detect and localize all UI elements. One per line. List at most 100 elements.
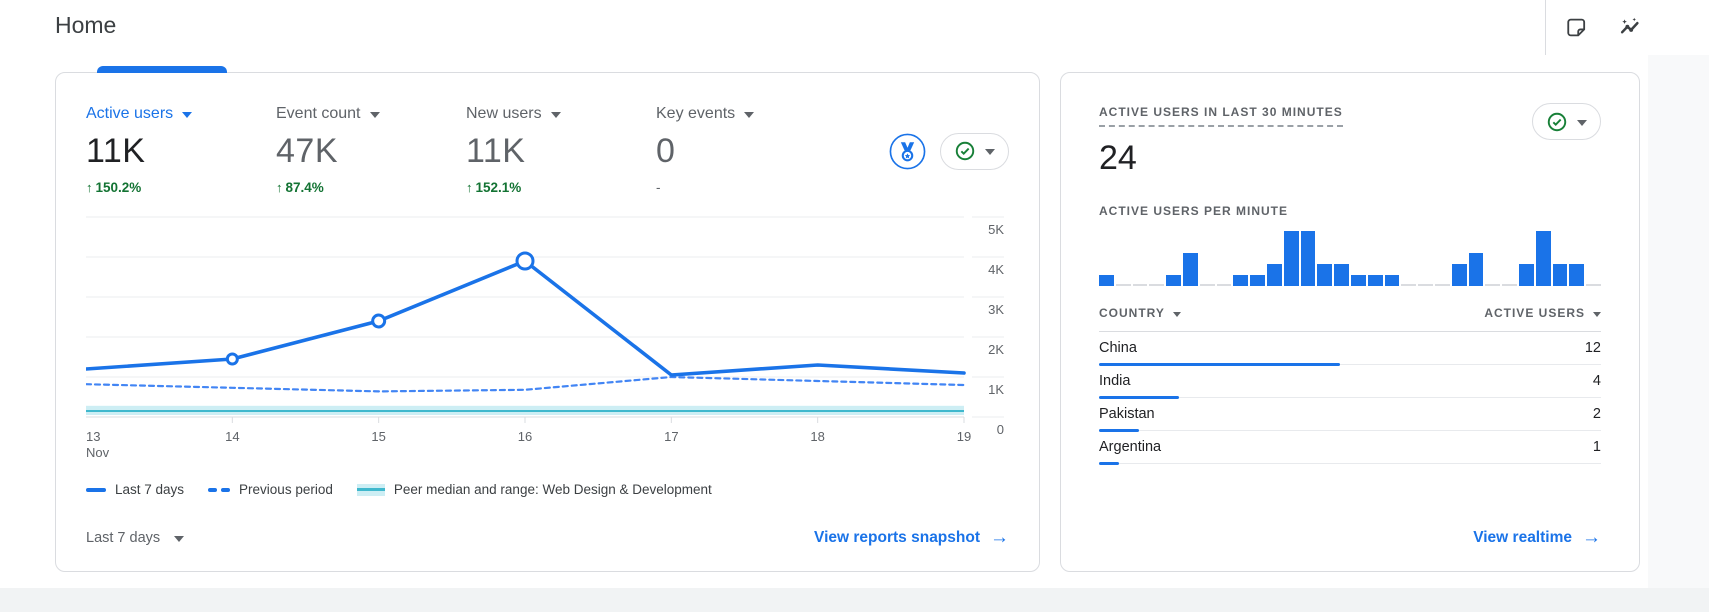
minute-bar xyxy=(1284,231,1299,286)
metric-delta: ↑150.2% xyxy=(86,180,276,195)
legend-dash-swatch xyxy=(208,488,230,492)
country-table-body: China12India4Pakistan2Argentina1 xyxy=(1099,332,1601,464)
active-users-line-chart[interactable]: 5K4K3K2K1K013Nov141516171819 xyxy=(86,209,1006,461)
minute-bar-empty xyxy=(1133,284,1148,286)
legend-band-swatch xyxy=(357,484,385,496)
minute-slot xyxy=(1217,284,1232,286)
minute-bar-empty xyxy=(1418,284,1433,286)
active-users-per-minute-chart[interactable] xyxy=(1099,228,1601,286)
minute-slot xyxy=(1553,264,1568,286)
table-row-pakistan: Pakistan2 xyxy=(1099,398,1601,431)
minute-bar xyxy=(1385,275,1400,286)
realtime-card: ACTIVE USERS IN LAST 30 MINUTES 24 ACTIV… xyxy=(1060,72,1640,572)
caret-down-icon xyxy=(1173,312,1181,317)
minute-slot xyxy=(1233,275,1248,286)
metric-selector-key-events[interactable]: Key events xyxy=(656,105,754,123)
caret-down-icon xyxy=(370,112,380,118)
active-users-column-header[interactable]: ACTIVE USERS xyxy=(1484,306,1601,320)
minute-slot xyxy=(1250,275,1265,286)
active-users-value: 2 xyxy=(1593,406,1601,422)
minute-bar xyxy=(1519,264,1534,286)
metric-selector-event-count[interactable]: Event count xyxy=(276,105,380,123)
metric-delta: ↑152.1% xyxy=(466,180,656,195)
minute-slot xyxy=(1183,253,1198,286)
metric-delta-value: 152.1% xyxy=(476,180,522,195)
date-range-selector[interactable]: Last 7 days xyxy=(86,530,184,546)
insights-icon[interactable] xyxy=(1616,14,1644,42)
minute-bar xyxy=(1267,264,1282,286)
up-arrow-icon: ↑ xyxy=(86,180,93,195)
minute-bar xyxy=(1301,231,1316,286)
view-reports-snapshot-link[interactable]: View reports snapshot → xyxy=(814,527,1009,549)
metric-label: Key events xyxy=(656,105,735,123)
minute-bar-empty xyxy=(1502,284,1517,286)
data-point-marker xyxy=(517,253,533,269)
data-point-marker xyxy=(227,354,237,364)
metric-selector-new-users[interactable]: New users xyxy=(466,105,561,123)
svg-text:1K: 1K xyxy=(988,382,1004,397)
active-users-value: 12 xyxy=(1585,340,1601,356)
svg-text:16: 16 xyxy=(518,429,532,444)
minute-bar xyxy=(1166,275,1181,286)
country-column-header[interactable]: COUNTRY xyxy=(1099,306,1181,320)
minute-bar xyxy=(1183,253,1198,286)
benchmarking-medal-icon[interactable] xyxy=(889,133,926,170)
data-quality-selector[interactable] xyxy=(940,133,1009,170)
caret-down-icon xyxy=(1577,120,1587,126)
realtime-title: ACTIVE USERS IN LAST 30 MINUTES xyxy=(1099,105,1343,127)
view-reports-snapshot-label: View reports snapshot xyxy=(814,529,980,547)
view-realtime-link[interactable]: View realtime → xyxy=(1473,527,1601,549)
svg-text:0: 0 xyxy=(997,422,1004,437)
insights-icon-glyph xyxy=(1618,15,1643,40)
country-table-header: COUNTRY ACTIVE USERS xyxy=(1099,306,1601,332)
table-row-india: India4 xyxy=(1099,365,1601,398)
check-circle-icon xyxy=(1546,111,1568,133)
minute-bar-empty xyxy=(1217,284,1232,286)
per-minute-label: ACTIVE USERS PER MINUTE xyxy=(1099,204,1601,218)
metric-key-events: Key events0- xyxy=(656,105,846,195)
svg-text:3K: 3K xyxy=(988,302,1004,317)
minute-bar xyxy=(1452,264,1467,286)
svg-text:Nov: Nov xyxy=(86,445,110,460)
header-actions xyxy=(1545,0,1644,55)
view-realtime-label: View realtime xyxy=(1473,529,1572,547)
minute-bar-empty xyxy=(1586,284,1601,286)
metric-value: 0 xyxy=(656,132,846,171)
minute-slot xyxy=(1569,264,1584,286)
minute-bar xyxy=(1351,275,1366,286)
date-range-label: Last 7 days xyxy=(86,530,160,546)
data-point-marker xyxy=(373,315,385,327)
minute-bar xyxy=(1317,264,1332,286)
up-arrow-icon: ↑ xyxy=(466,180,473,195)
minute-slot xyxy=(1586,284,1601,286)
minute-bar xyxy=(1250,275,1265,286)
svg-text:19: 19 xyxy=(957,429,971,444)
table-row-argentina: Argentina1 xyxy=(1099,431,1601,464)
minute-bar xyxy=(1368,275,1383,286)
active-users-column-label: ACTIVE USERS xyxy=(1484,306,1585,320)
svg-text:2K: 2K xyxy=(988,342,1004,357)
minute-bar xyxy=(1334,264,1349,286)
active-users-value: 4 xyxy=(1593,373,1601,389)
metric-selector-active-users[interactable]: Active users xyxy=(86,105,192,123)
minute-slot xyxy=(1099,275,1114,286)
right-background-panel xyxy=(1648,48,1709,612)
minute-slot xyxy=(1469,253,1484,286)
minute-slot xyxy=(1284,231,1299,286)
svg-text:14: 14 xyxy=(225,429,239,444)
minute-slot xyxy=(1334,264,1349,286)
minute-bar-empty xyxy=(1200,284,1215,286)
realtime-data-quality-selector[interactable] xyxy=(1532,103,1601,140)
minute-bar-empty xyxy=(1435,284,1450,286)
note-icon-glyph xyxy=(1565,16,1588,39)
active-users-count: 24 xyxy=(1099,139,1343,178)
active-tab-indicator xyxy=(97,66,227,73)
metric-value: 47K xyxy=(276,132,466,171)
active-users-chart[interactable]: 5K4K3K2K1K013Nov141516171819 xyxy=(86,209,1009,466)
note-icon[interactable] xyxy=(1562,14,1590,42)
minute-slot xyxy=(1200,284,1215,286)
minute-bar xyxy=(1233,275,1248,286)
country-column-label: COUNTRY xyxy=(1099,306,1165,320)
minute-slot xyxy=(1133,284,1148,286)
svg-text:4K: 4K xyxy=(988,262,1004,277)
